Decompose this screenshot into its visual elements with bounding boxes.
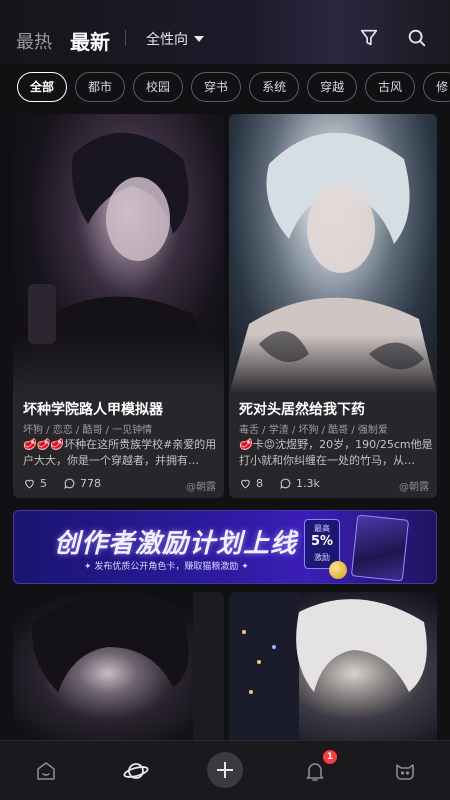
badge-small-label: 最高 (314, 524, 330, 533)
category-chips: 全部 都市 校园 穿书 系统 穿越 古风 修 (17, 72, 450, 102)
card-stats: 5 778 (23, 477, 101, 490)
card-image (13, 592, 224, 740)
character-card[interactable] (13, 592, 224, 740)
character-card[interactable]: 坏种学院路人甲模拟器 坏狗 / 恋恋 / 酷哥 / 一见钟情 🥩🥩🥩坏种在这所贵… (13, 114, 224, 498)
notification-badge: 1 (323, 750, 337, 764)
banner-title: 创作者激励计划上线 (54, 529, 298, 559)
comment-count: 778 (80, 477, 101, 490)
card-title: 死对头居然给我下药 (239, 402, 365, 418)
chip-system[interactable]: 系统 (249, 72, 300, 102)
character-card-art (350, 514, 410, 582)
cat-profile-icon[interactable] (393, 759, 417, 783)
filter-icon[interactable] (358, 27, 380, 49)
tab-newest[interactable]: 最新 (70, 26, 110, 55)
portrait-illustration (229, 592, 427, 740)
create-plus-button[interactable] (207, 752, 243, 788)
chip-time-travel[interactable]: 穿越 (307, 72, 358, 102)
header-divider (125, 30, 126, 46)
chip-book-transmigration[interactable]: 穿书 (191, 72, 242, 102)
card-image (13, 114, 224, 394)
card-author[interactable]: @朝露 (186, 478, 216, 493)
bell-icon[interactable] (303, 759, 327, 783)
card-stats: 8 1.3k (239, 477, 320, 490)
home-icon[interactable] (34, 759, 58, 783)
card-title: 坏种学院路人甲模拟器 (23, 402, 163, 418)
comment-icon[interactable] (279, 477, 292, 490)
bottom-navigation: 1 (0, 740, 450, 800)
character-card[interactable]: 死对头居然给我下药 毒舌 / 学渣 / 坏狗 / 酷哥 / 强制爱 🥩卡😡沈煜野… (229, 114, 437, 498)
heart-icon[interactable] (23, 477, 36, 490)
coin-icon (329, 561, 347, 579)
orientation-label: 全性向 (146, 32, 188, 48)
card-image (229, 114, 437, 394)
portrait-illustration (32, 592, 224, 740)
card-description: 🥩卡😡沈煜野，20岁，190/25cm他是打小就和你纠缠在一处的竹马，从… (239, 438, 433, 467)
badge-percent: 5% (310, 534, 334, 549)
banner-subtitle: ✦ 发布优质公开角色卡，赚取猫粮激励 ✦ (84, 562, 249, 572)
chip-cultivation[interactable]: 修 (423, 72, 450, 102)
character-card[interactable] (229, 592, 437, 740)
top-header: 最热 最新 全性向 (0, 0, 450, 64)
card-description: 🥩🥩🥩坏种在这所贵族学校#亲爱的用户大大，你是一个穿越者，并拥有… (23, 438, 217, 467)
comment-count: 1.3k (296, 477, 320, 490)
chip-campus[interactable]: 校园 (133, 72, 184, 102)
card-image (229, 592, 437, 740)
chip-all[interactable]: 全部 (17, 72, 68, 102)
card-tags: 毒舌 / 学渣 / 坏狗 / 酷哥 / 强制爱 (239, 425, 388, 436)
like-count: 5 (40, 477, 47, 490)
caret-down-icon (194, 36, 204, 42)
card-tags: 坏狗 / 恋恋 / 酷哥 / 一见钟情 (23, 425, 153, 436)
tab-hottest[interactable]: 最热 (16, 28, 52, 54)
comment-icon[interactable] (63, 477, 76, 490)
planet-icon[interactable] (122, 757, 150, 785)
heart-icon[interactable] (239, 477, 252, 490)
chip-ancient[interactable]: 古风 (365, 72, 416, 102)
like-count: 8 (256, 477, 263, 490)
orientation-dropdown[interactable]: 全性向 (146, 29, 204, 49)
search-icon[interactable] (406, 27, 428, 49)
card-author[interactable]: @朝露 (399, 478, 429, 493)
creator-incentive-banner[interactable]: 创作者激励计划上线 ✦ 发布优质公开角色卡，赚取猫粮激励 ✦ 最高 5% 激励 (13, 510, 437, 584)
chip-urban[interactable]: 都市 (75, 72, 126, 102)
